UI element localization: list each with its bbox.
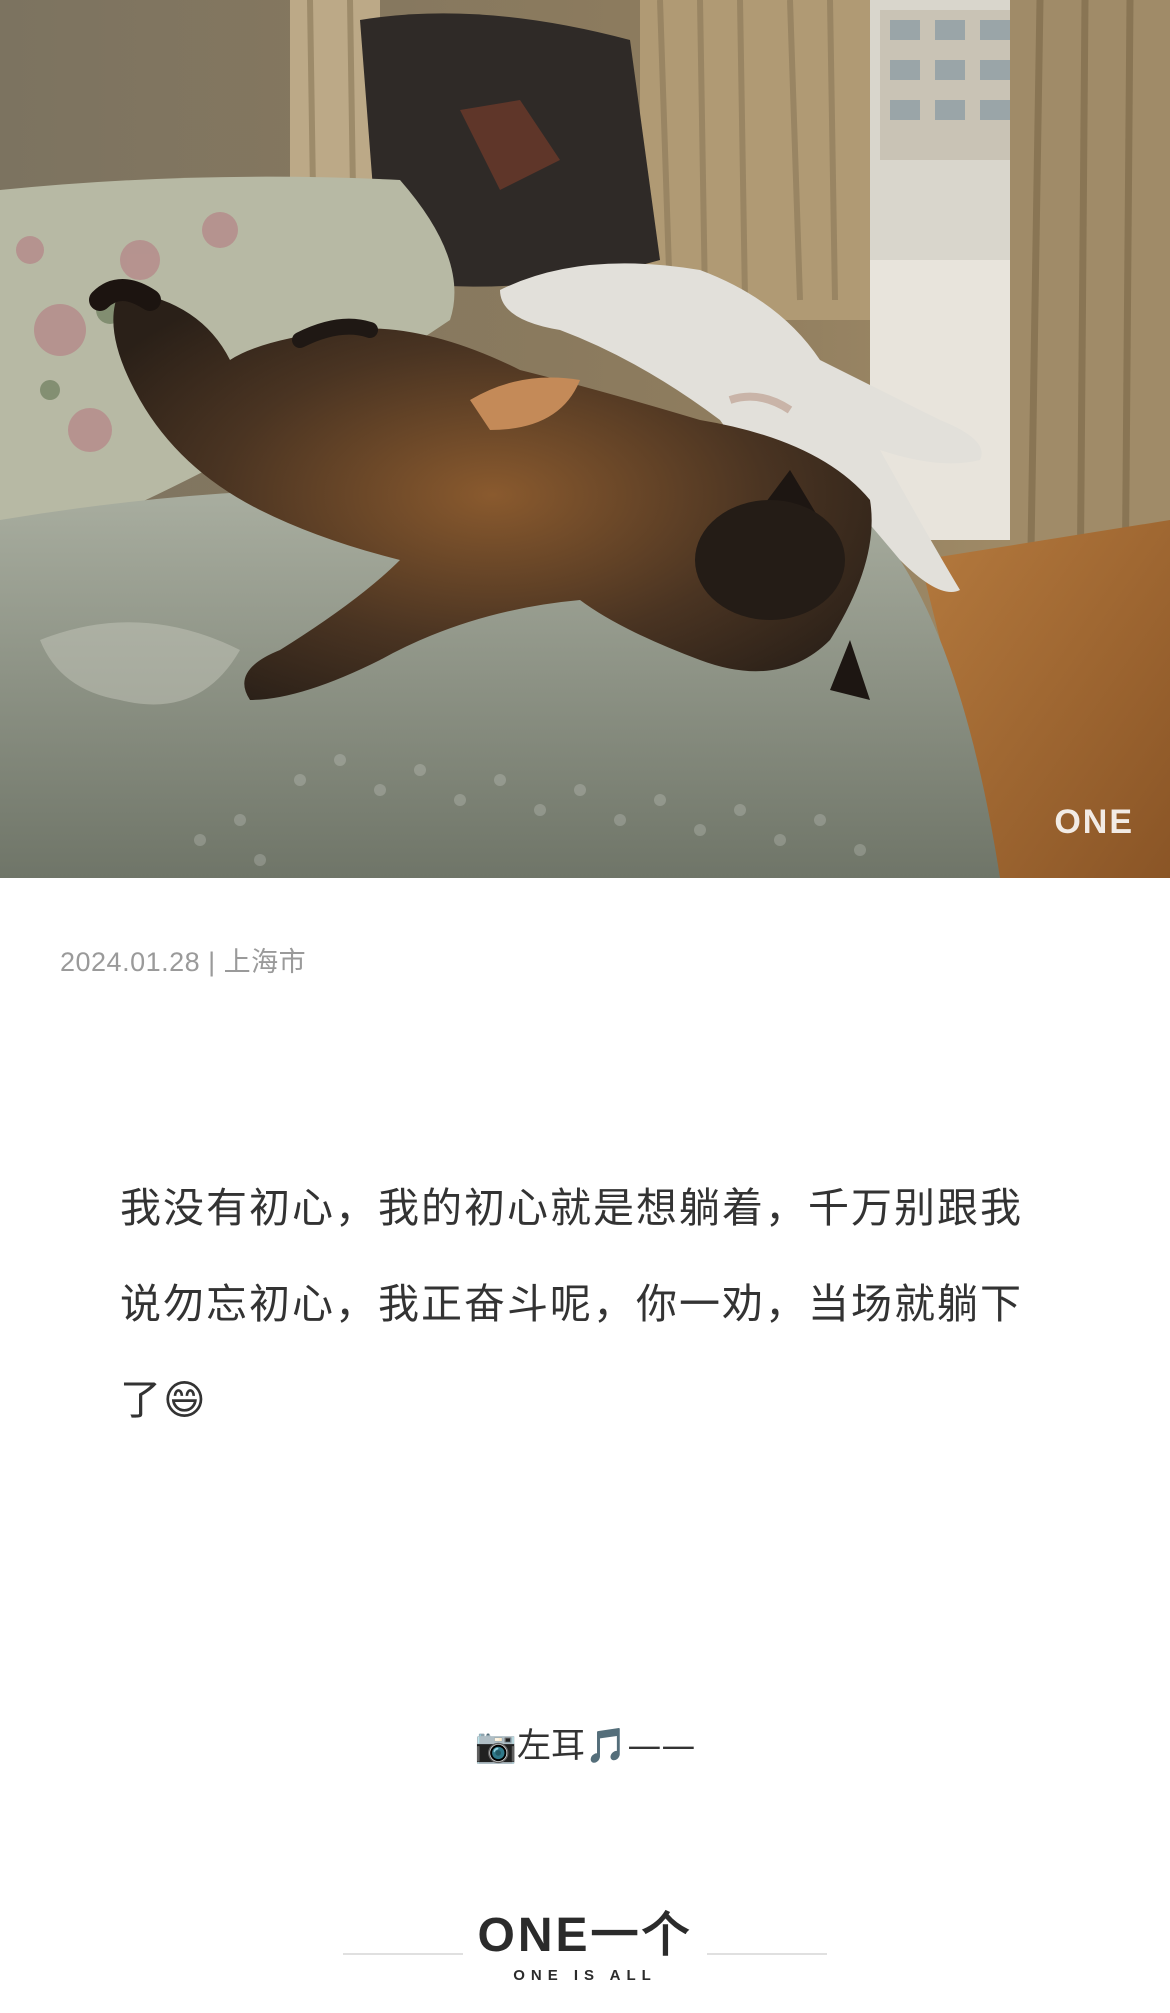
meta-separator: |: [208, 947, 216, 977]
one-watermark: ONE: [1054, 803, 1134, 841]
post-body-text: 我没有初心，我的初心就是想躺着，千万别跟我说勿忘初心，我正奋斗呢，你一劝，当场就…: [120, 1184, 1023, 1424]
footer-brand: ONE一个 ONE IS ALL: [0, 1905, 1170, 1985]
logo-wordmark: ONE一个: [477, 1909, 693, 1962]
post-date: 2024.01.28: [60, 947, 201, 977]
post-meta: 2024.01.28 | 上海市: [60, 940, 306, 979]
post-location: 上海市: [223, 947, 307, 977]
logo-slogan: ONE IS ALL: [513, 1967, 657, 1984]
cover-photo[interactable]: ONE: [0, 0, 1170, 878]
photo-credit: 📷左耳🎵——: [474, 1726, 696, 1766]
one-logo: ONE一个 ONE IS ALL: [0, 1909, 1170, 1985]
cats-sleeping-image: [0, 0, 1170, 878]
